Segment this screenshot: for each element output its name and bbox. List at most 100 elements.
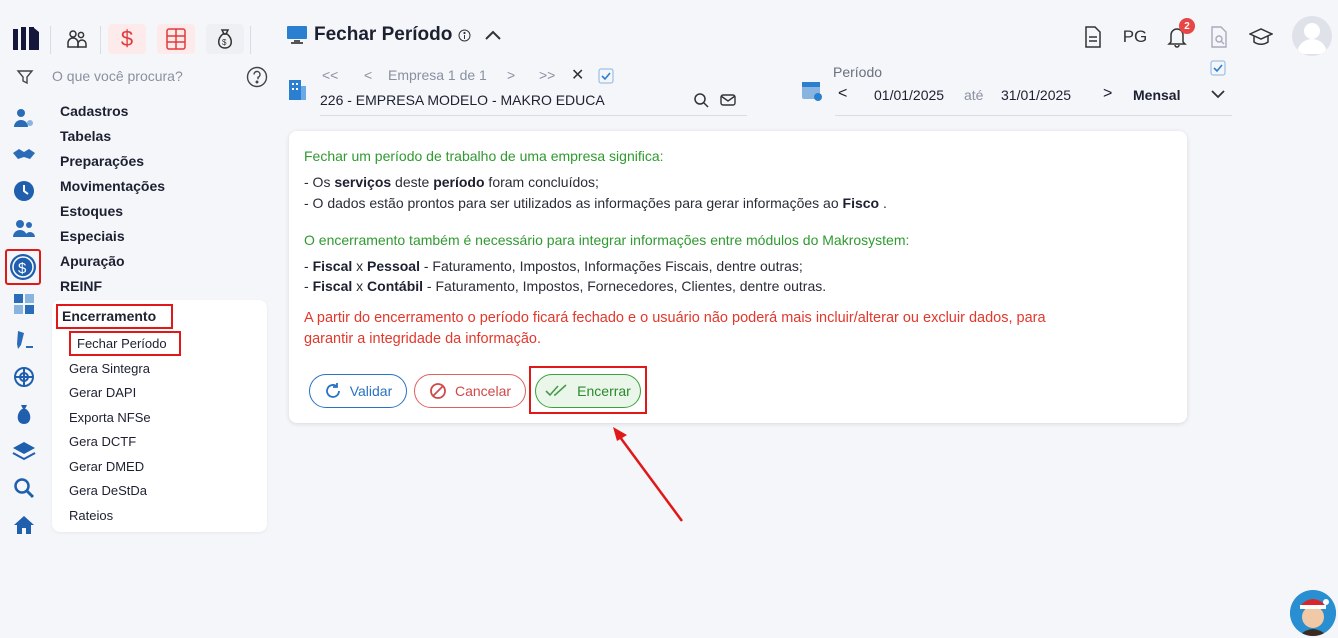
cancelar-button[interactable]: Cancelar: [414, 374, 526, 408]
submenu-title-encerramento[interactable]: Encerramento: [56, 304, 173, 329]
close-icon[interactable]: ✕: [571, 65, 584, 85]
bold-text: Pessoal: [367, 258, 420, 274]
text: x: [352, 278, 368, 294]
text: -: [304, 278, 313, 294]
divider: [100, 26, 101, 54]
company-underline: [320, 115, 747, 116]
submenu-item-gerar-dmed[interactable]: Gerar DMED: [69, 459, 144, 474]
menu-item-estoques[interactable]: Estoques: [60, 203, 123, 219]
text: - Faturamento, Impostos, Fornecedores, C…: [423, 278, 827, 294]
divider: [250, 26, 251, 54]
menu-item-movimentacoes[interactable]: Movimentações: [60, 178, 165, 194]
search-icon[interactable]: [10, 475, 38, 501]
double-check-icon: [545, 384, 567, 397]
submenu-item-gerar-dapi[interactable]: Gerar DAPI: [69, 385, 136, 400]
divider: [50, 26, 51, 54]
submenu-item-fechar-periodo[interactable]: Fechar Período: [69, 331, 181, 356]
svg-text:$: $: [18, 260, 27, 277]
people-icon[interactable]: [58, 24, 96, 54]
red-arrow-annotation: [613, 427, 684, 522]
period-start-input[interactable]: 01/01/2025: [874, 87, 944, 103]
graduation-cap-icon[interactable]: [1248, 24, 1274, 50]
document-icon[interactable]: [1080, 24, 1106, 50]
first-page-icon[interactable]: <<: [322, 67, 338, 83]
checkbox-icon[interactable]: [598, 68, 614, 84]
bold-text: serviços: [334, 174, 392, 190]
pen-icon[interactable]: [10, 327, 38, 353]
bold-text: Fisco: [842, 195, 880, 211]
encerrar-button[interactable]: Encerrar: [535, 374, 641, 408]
team-icon[interactable]: [10, 215, 38, 241]
dollar-icon[interactable]: $: [108, 24, 146, 54]
validar-button[interactable]: Validar: [309, 374, 407, 408]
search-bar: [12, 66, 270, 90]
layers-icon[interactable]: [10, 438, 38, 464]
prev-period-icon[interactable]: <: [838, 85, 847, 103]
validar-label: Validar: [349, 383, 393, 399]
submenu-item-gera-dctf[interactable]: Gera DCTF: [69, 434, 136, 449]
calculator-blue-icon[interactable]: [10, 291, 38, 317]
handshake-icon[interactable]: [10, 142, 38, 168]
network-icon[interactable]: [10, 364, 38, 390]
home-icon[interactable]: [10, 512, 38, 538]
cancelar-label: Cancelar: [454, 383, 512, 399]
last-page-icon[interactable]: >>: [539, 67, 555, 83]
calendar-icon: [802, 82, 822, 101]
card-line-1: - Os serviços deste período foram conclu…: [304, 174, 599, 190]
menu-item-tabelas[interactable]: Tabelas: [60, 128, 111, 144]
menu-item-reinf[interactable]: REINF: [60, 278, 102, 294]
next-page-icon[interactable]: >: [507, 67, 515, 83]
chevron-down-icon[interactable]: [1210, 88, 1226, 100]
pg-button[interactable]: PG: [1120, 24, 1150, 50]
company-name[interactable]: 226 - EMPRESA MODELO - MAKRO EDUCA: [320, 92, 605, 108]
text: x: [352, 258, 368, 274]
clock-icon[interactable]: [10, 178, 38, 204]
card-heading-2: O encerramento também é necessário para …: [304, 232, 910, 248]
calculator-icon[interactable]: [157, 24, 195, 54]
menu-item-preparacoes[interactable]: Preparações: [60, 153, 144, 169]
menu-item-cadastros[interactable]: Cadastros: [60, 103, 128, 119]
document-search-icon[interactable]: [1206, 24, 1232, 50]
menu-item-especiais[interactable]: Especiais: [60, 228, 125, 244]
period-end-input[interactable]: 31/01/2025: [1001, 87, 1071, 103]
info-icon[interactable]: [458, 29, 471, 42]
submenu-item-gera-destda[interactable]: Gera DeStDa: [69, 483, 147, 498]
search-input[interactable]: [52, 68, 232, 84]
period-label: Período: [833, 64, 883, 80]
page-title: Fechar Período: [286, 24, 503, 46]
next-period-icon[interactable]: >: [1103, 85, 1112, 103]
bold-text: Contábil: [367, 278, 424, 294]
submenu-item-gera-sintegra[interactable]: Gera Sintegra: [69, 361, 150, 376]
checkbox-icon[interactable]: [1210, 60, 1226, 76]
bold-text: Fiscal: [312, 278, 353, 294]
page-title-text: Fechar Período: [314, 24, 453, 45]
monitor-icon: [287, 26, 307, 44]
money-bag-icon[interactable]: $: [206, 24, 244, 54]
user-avatar[interactable]: [1292, 16, 1332, 56]
submenu-item-exporta-nfse[interactable]: Exporta NFSe: [69, 410, 151, 425]
search-icon[interactable]: [693, 92, 709, 108]
text: -: [304, 258, 313, 274]
card-heading-1: Fechar um período de trabalho de uma emp…: [304, 148, 664, 164]
mail-icon[interactable]: [720, 92, 736, 108]
prev-page-icon[interactable]: <: [364, 67, 372, 83]
card-warning-1: A partir do encerramento o período ficar…: [304, 310, 1046, 326]
menu-item-apuracao[interactable]: Apuração: [60, 253, 125, 269]
users-settings-icon[interactable]: [10, 105, 38, 131]
filter-icon[interactable]: [16, 68, 34, 86]
assistant-avatar[interactable]: [1290, 590, 1336, 636]
cancel-icon: [430, 383, 446, 399]
chevron-up-icon[interactable]: [483, 28, 503, 42]
notification-badge: 2: [1179, 18, 1195, 34]
text: foram concluídos;: [484, 174, 599, 190]
card-line-3: - Fiscal x Pessoal - Faturamento, Impost…: [304, 258, 803, 274]
submenu-item-rateios[interactable]: Rateios: [69, 508, 113, 523]
dollar-circle-icon[interactable]: $: [5, 249, 41, 285]
logo-icon[interactable]: [12, 26, 40, 52]
period-frequency-select[interactable]: Mensal: [1133, 87, 1180, 103]
money-bag-blue-icon[interactable]: [10, 401, 38, 427]
help-icon[interactable]: [246, 66, 268, 88]
card-line-4: - Fiscal x Contábil - Faturamento, Impos…: [304, 278, 826, 294]
svg-text:$: $: [222, 38, 227, 47]
bold-text: período: [433, 174, 485, 190]
